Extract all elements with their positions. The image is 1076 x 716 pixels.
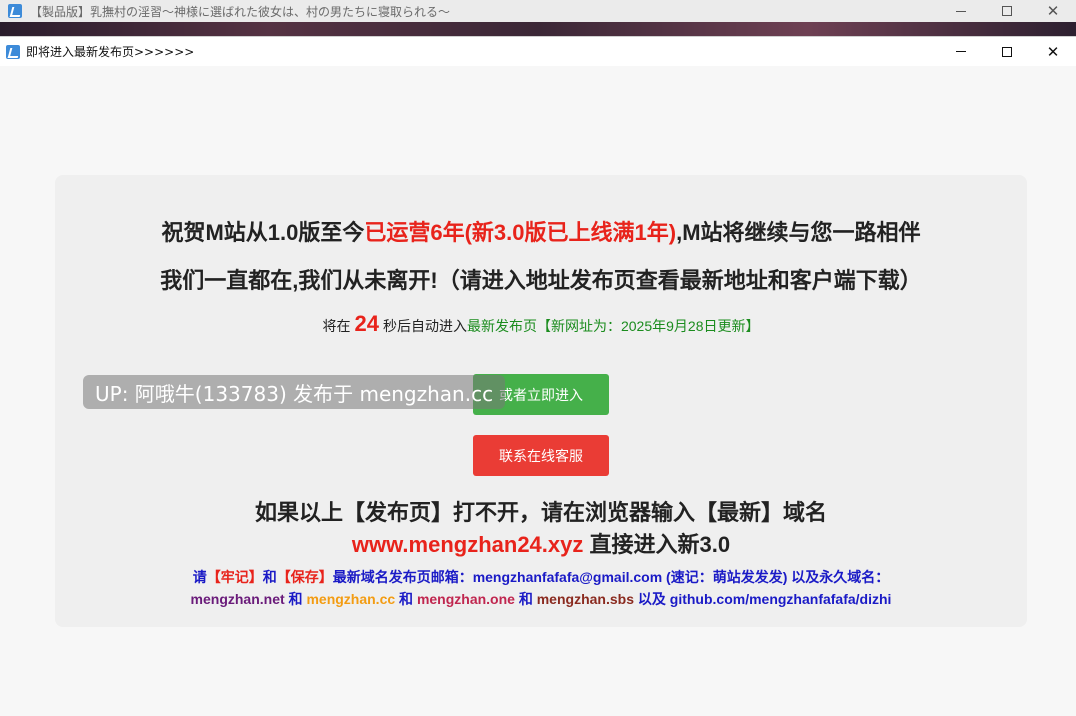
domain-link[interactable]: mengzhan.cc (306, 591, 395, 607)
close-icon: ✕ (1046, 42, 1060, 61)
domain-url-line: www.mengzhan24.xyz 直接进入新3.0 (55, 527, 1027, 559)
minimize-button[interactable] (938, 37, 984, 66)
maximize-button[interactable] (984, 0, 1030, 22)
close-icon: ✕ (1046, 2, 1060, 20)
permanent-domains-line: mengzhan.net 和 mengzhan.cc 和 mengzhan.on… (55, 589, 1027, 609)
minimize-icon (956, 51, 966, 52)
app-icon (8, 4, 22, 18)
headline-text: 祝贺M站从1.0版至今 (161, 220, 365, 245)
email-line: 请【牢记】和【保存】最新域名发布页邮箱：mengzhanfafafa@gmail… (55, 567, 1027, 587)
countdown-suffix: 秒后自动进入 (382, 318, 467, 334)
countdown-prefix: 将在 (322, 318, 351, 334)
github-link[interactable]: github.com/mengzhanfafafa/dizhi (670, 591, 892, 607)
maximize-button[interactable] (984, 37, 1030, 66)
dialog-titlebar[interactable]: 即将进入最新发布页>>>>>> ✕ (0, 37, 1076, 66)
domain-link[interactable]: mengzhan.sbs (537, 591, 634, 607)
background-window-controls: ✕ (938, 0, 1076, 22)
background-window-content (0, 22, 1076, 36)
countdown-seconds: 24 (354, 311, 379, 336)
domain-url[interactable]: www.mengzhan24.xyz (352, 532, 583, 557)
maximize-icon (1002, 6, 1012, 16)
headline-text: ,M站将继续与您一路相伴 (676, 220, 921, 245)
separator-text: 和 (395, 591, 417, 607)
minimize-icon (956, 10, 966, 12)
separator-text: 以及 (633, 591, 670, 607)
app-icon (6, 44, 20, 59)
separator-text: 和 (514, 591, 537, 607)
domain-link[interactable]: mengzhan.net (191, 591, 285, 607)
minimize-button[interactable] (938, 0, 984, 22)
maximize-icon (1002, 46, 1012, 57)
release-page-link[interactable]: 最新发布页【新网址为：2025年9月28日更新】 (467, 318, 760, 334)
email-line-text: 请 (192, 569, 207, 585)
background-window-titlebar[interactable]: 【製品版】乳撫村の淫習～神様に選ばれた彼女は、村の男たちに寝取られる～ ✕ (0, 0, 1076, 22)
remember-tag: 【牢记】 (206, 569, 263, 585)
online-support-button[interactable]: 联系在线客服 (473, 435, 609, 476)
domain-link[interactable]: mengzhan.one (417, 591, 515, 607)
close-button[interactable]: ✕ (1030, 37, 1076, 66)
uploader-watermark: UP: 阿哦牛(133783) 发布于 mengzhan.cc (83, 375, 506, 409)
separator-text: 和 (284, 591, 307, 607)
countdown-line: 将在 24 秒后自动进入最新发布页【新网址为：2025年9月28日更新】 (55, 311, 1027, 337)
headline-still-here: 我们一直都在,我们从未离开!（请进入地址发布页查看最新地址和客户端下载） (160, 268, 922, 293)
headline-anniversary: 祝贺M站从1.0版至今已运营6年(新3.0版已上线满1年),M站将继续与您一路相… (55, 215, 1027, 247)
dialog-window-controls: ✕ (938, 37, 1076, 66)
save-tag: 【保存】 (276, 569, 333, 585)
dialog-title: 即将进入最新发布页>>>>>> (26, 45, 195, 59)
background-window-title: 【製品版】乳撫村の淫習～神様に選ばれた彼女は、村の男たちに寝取られる～ (30, 4, 451, 19)
email-line-text: 最新域名发布页邮箱：mengzhanfafafa@gmail.com (速记：萌… (332, 569, 890, 585)
domain-url-suffix: 直接进入新3.0 (583, 532, 731, 557)
email-line-text: 和 (262, 569, 277, 585)
domain-note: 如果以上【发布页】打不开，请在浏览器输入【最新】域名 (254, 500, 827, 525)
close-button[interactable]: ✕ (1030, 0, 1076, 22)
headline-highlight: 已运营6年(新3.0版已上线满1年) (364, 220, 677, 245)
